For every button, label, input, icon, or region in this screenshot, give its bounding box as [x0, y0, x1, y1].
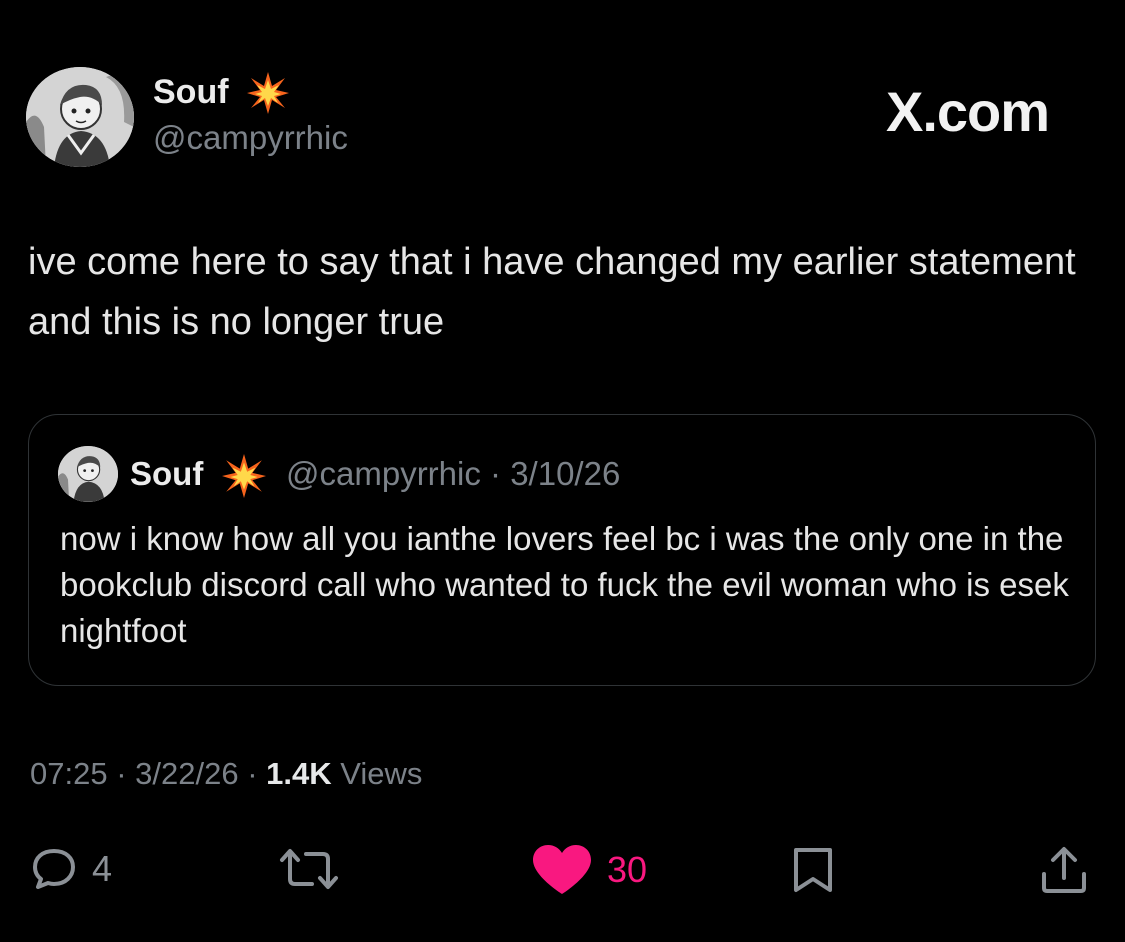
quoted-post-text: now i know how all you ianthe lovers fee…	[60, 520, 1069, 649]
quoted-date[interactable]: 3/10/26	[510, 455, 620, 492]
views-label[interactable]: Views	[340, 756, 422, 791]
author-handle[interactable]: @campyrrhic	[153, 117, 348, 159]
share-button[interactable]	[1038, 846, 1090, 894]
post-text: ive come here to say that i have changed…	[28, 241, 1076, 343]
x-logo: X.com	[886, 80, 1050, 143]
reply-count: 4	[92, 848, 113, 889]
bookmark-icon	[794, 848, 832, 892]
reply-icon	[33, 849, 75, 889]
quoted-display-name[interactable]: Souf	[130, 452, 203, 496]
author-display-name[interactable]: Souf	[153, 70, 229, 114]
reply-button[interactable]: 4	[30, 846, 112, 892]
x-logo-text: X.com	[886, 80, 1050, 143]
meta-separator: ·	[490, 455, 502, 492]
quoted-avatar-illustration	[58, 446, 118, 502]
post-date[interactable]: 3/22/26	[135, 756, 238, 791]
repost-button[interactable]	[274, 846, 344, 892]
views-count[interactable]: 1.4K	[266, 756, 331, 791]
like-button[interactable]: 30	[531, 844, 647, 896]
repost-icon	[280, 849, 338, 889]
avatar[interactable]	[26, 67, 134, 167]
post-time[interactable]: 07:25	[30, 756, 108, 791]
collision-burst-icon	[247, 72, 289, 114]
bookmark-button[interactable]	[790, 846, 836, 894]
share-icon	[1042, 847, 1086, 893]
quoted-handle[interactable]: @campyrrhic	[286, 455, 481, 492]
heart-icon	[533, 845, 591, 894]
quoted-meta: @campyrrhic · 3/10/26	[286, 452, 620, 496]
post-meta: 07:25 · 3/22/26 · 1.4K Views	[30, 752, 422, 796]
meta-separator: ·	[116, 756, 127, 791]
avatar-illustration	[26, 67, 134, 167]
meta-separator: ·	[247, 756, 258, 791]
quoted-avatar	[58, 446, 118, 502]
like-count: 30	[607, 849, 648, 890]
collision-burst-icon	[222, 454, 266, 498]
